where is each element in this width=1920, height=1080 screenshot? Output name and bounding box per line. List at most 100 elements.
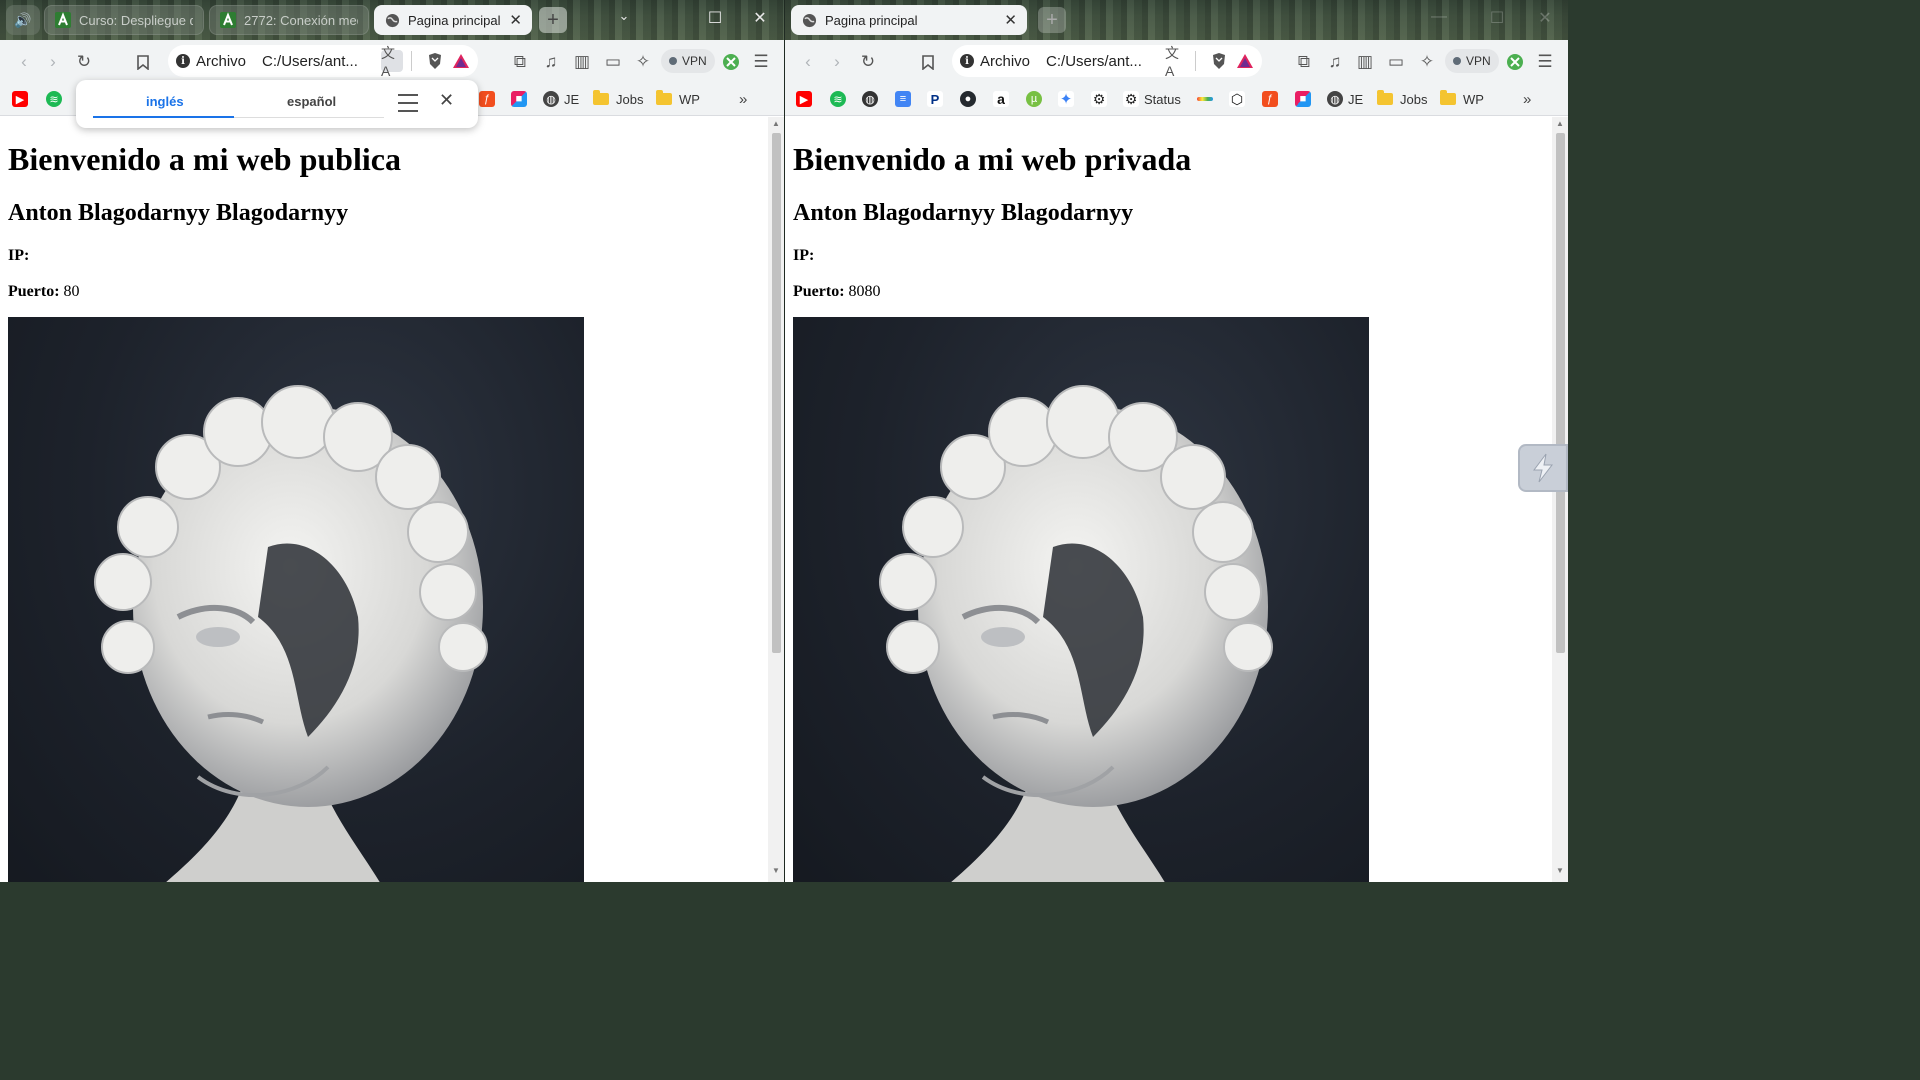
bookmark-folder-wp[interactable]: WP (656, 89, 700, 109)
bookmark-codepen[interactable]: ⬡ (1229, 89, 1245, 109)
tab-conexion[interactable]: 2772: Conexión med (209, 5, 369, 35)
translate-icon[interactable]: 文A (1165, 45, 1187, 79)
tab-pagina-principal[interactable]: Pagina principal ✕ (374, 5, 532, 35)
brave-shield-icon[interactable] (1208, 50, 1230, 72)
bookmark-je[interactable]: ◍ JE (1327, 89, 1363, 109)
bookmark-apps[interactable]: ■ (511, 89, 527, 109)
bookmark-colors[interactable] (1197, 89, 1213, 109)
toolbar: ‹ › ↻ i Archivo C:/Users/ant... 文A ⧉ ♫ ▥… (0, 40, 784, 82)
audio-tab-icon[interactable]: 🔊 (6, 5, 40, 35)
translate-options-menu-icon[interactable] (398, 94, 418, 112)
close-tab-icon[interactable]: ✕ (509, 11, 522, 29)
port-value: 80 (63, 283, 80, 300)
bookmark-utorrent[interactable]: µ (1026, 89, 1042, 109)
info-icon[interactable]: i (176, 54, 190, 68)
tab-curso[interactable]: Curso: Despliegue de (44, 5, 204, 35)
leo-ai-icon[interactable]: ✧ (1415, 50, 1439, 74)
scroll-up-arrow-icon[interactable]: ▲ (768, 119, 784, 133)
brave-rewards-icon[interactable] (450, 50, 472, 72)
bookmark-paypal[interactable]: P (927, 89, 943, 109)
forward-icon[interactable]: › (41, 50, 65, 74)
bookmark-docs[interactable]: ≡ (895, 89, 911, 109)
extensions-icon[interactable]: ⧉ (1292, 50, 1316, 74)
bookmark-web[interactable]: ◍ (862, 89, 878, 109)
new-tab-button[interactable]: + (539, 7, 567, 33)
vpn-button[interactable]: VPN (661, 49, 715, 73)
address-bar[interactable]: i Archivo C:/Users/ant... 文A (952, 45, 1262, 79)
forward-icon[interactable]: › (825, 50, 849, 74)
bookmark-folder-jobs[interactable]: Jobs (593, 89, 643, 109)
bookmarks-overflow-button[interactable]: » (1523, 89, 1531, 109)
tab-title: Curso: Despliegue de (79, 12, 193, 28)
bookmark-folder-wp[interactable]: WP (1440, 89, 1484, 109)
bookmark-icon[interactable] (131, 50, 155, 74)
maximize-icon[interactable]: ☐ (1485, 8, 1509, 28)
minimize-icon[interactable]: — (1427, 8, 1451, 26)
tab-pagina-principal[interactable]: Pagina principal ✕ (791, 5, 1027, 35)
bookmark-spotify[interactable]: ≋ (830, 89, 846, 109)
back-icon[interactable]: ‹ (796, 50, 820, 74)
ip-label: IP: (8, 247, 30, 264)
scrollbar-thumb[interactable] (772, 133, 781, 653)
bookmark-folder-jobs[interactable]: Jobs (1377, 89, 1427, 109)
close-window-icon[interactable]: ✕ (1533, 8, 1557, 28)
wallet-icon[interactable]: ▭ (601, 50, 625, 74)
scroll-down-arrow-icon[interactable]: ▼ (1552, 866, 1568, 880)
menu-icon[interactable]: ☰ (1533, 50, 1557, 74)
bookmark-gemini[interactable]: ✦ (1058, 89, 1074, 109)
page-heading: Bienvenido a mi web privada (793, 141, 1192, 177)
chevron-double-right-icon: » (1523, 90, 1532, 108)
bookmark-github[interactable]: ● (960, 89, 976, 109)
sidebar-icon[interactable]: ▥ (570, 50, 594, 74)
bookmark-je[interactable]: ◍ JE (543, 89, 579, 109)
profile-icon[interactable] (719, 50, 743, 74)
vertical-scrollbar[interactable]: ▲ ▼ (768, 117, 784, 882)
app-grid-icon: ■ (1295, 91, 1311, 107)
maximize-icon[interactable]: ☐ (703, 8, 727, 28)
scroll-up-arrow-icon[interactable]: ▲ (1552, 119, 1568, 133)
page-content: Bienvenido a mi web publica Anton Blagod… (0, 117, 768, 882)
bookmark-amazon[interactable]: a (993, 89, 1009, 109)
brave-rewards-icon[interactable] (1234, 50, 1256, 72)
bookmark-apps[interactable]: ■ (1295, 89, 1311, 109)
bookmark-spotify[interactable]: ≋ (46, 89, 62, 109)
sidebar-icon[interactable]: ▥ (1353, 50, 1377, 74)
leo-ai-icon[interactable]: ✧ (631, 50, 655, 74)
close-tab-icon[interactable]: ✕ (1004, 11, 1017, 29)
bookmark-icon[interactable] (916, 50, 940, 74)
wallet-icon[interactable]: ▭ (1384, 50, 1408, 74)
bookmark-figma[interactable]: ƒ (1262, 89, 1278, 109)
bookmarks-bar: ▶ ≋ ◍ ≡ P ● a µ ✦ ⚙ ⚙ Status ⬡ ƒ ■ ◍ JE … (785, 82, 1568, 116)
extensions-icon[interactable]: ⧉ (508, 50, 532, 74)
new-tab-button[interactable]: + (1038, 7, 1066, 33)
profile-icon[interactable] (1503, 50, 1527, 74)
bookmark-chatgpt[interactable]: ⚙ (1091, 89, 1107, 109)
bookmark-status[interactable]: ⚙ Status (1123, 89, 1181, 109)
vpn-button[interactable]: VPN (1445, 49, 1499, 73)
bookmark-youtube[interactable]: ▶ (12, 89, 28, 109)
translate-icon[interactable]: 文A (381, 45, 403, 79)
scrollbar-thumb[interactable] (1556, 133, 1565, 653)
vertical-scrollbar[interactable]: ▲ ▼ (1552, 117, 1568, 882)
close-window-icon[interactable]: ✕ (748, 8, 772, 28)
bookmark-youtube[interactable]: ▶ (796, 89, 812, 109)
page-heading: Bienvenido a mi web publica (8, 141, 401, 177)
address-bar[interactable]: i Archivo C:/Users/ant... 文A (168, 45, 478, 79)
tab-search-chevron-icon[interactable]: ⌄ (612, 8, 636, 24)
info-icon[interactable]: i (960, 54, 974, 68)
floating-lightning-button[interactable] (1518, 444, 1568, 492)
media-icon[interactable]: ♫ (539, 50, 563, 74)
bookmarks-overflow-button[interactable]: » (739, 89, 747, 109)
youtube-icon: ▶ (12, 91, 28, 107)
menu-icon[interactable]: ☰ (749, 50, 773, 74)
brave-shield-icon[interactable] (424, 50, 446, 72)
reload-icon[interactable]: ↻ (856, 50, 880, 74)
translate-tab-source[interactable]: inglés (146, 94, 184, 109)
translate-tab-target[interactable]: español (287, 94, 336, 109)
media-icon[interactable]: ♫ (1323, 50, 1347, 74)
close-icon[interactable]: ✕ (439, 90, 454, 111)
bookmark-figma[interactable]: ƒ (479, 89, 495, 109)
back-icon[interactable]: ‹ (12, 50, 36, 74)
scroll-down-arrow-icon[interactable]: ▼ (768, 866, 784, 880)
reload-icon[interactable]: ↻ (72, 50, 96, 74)
